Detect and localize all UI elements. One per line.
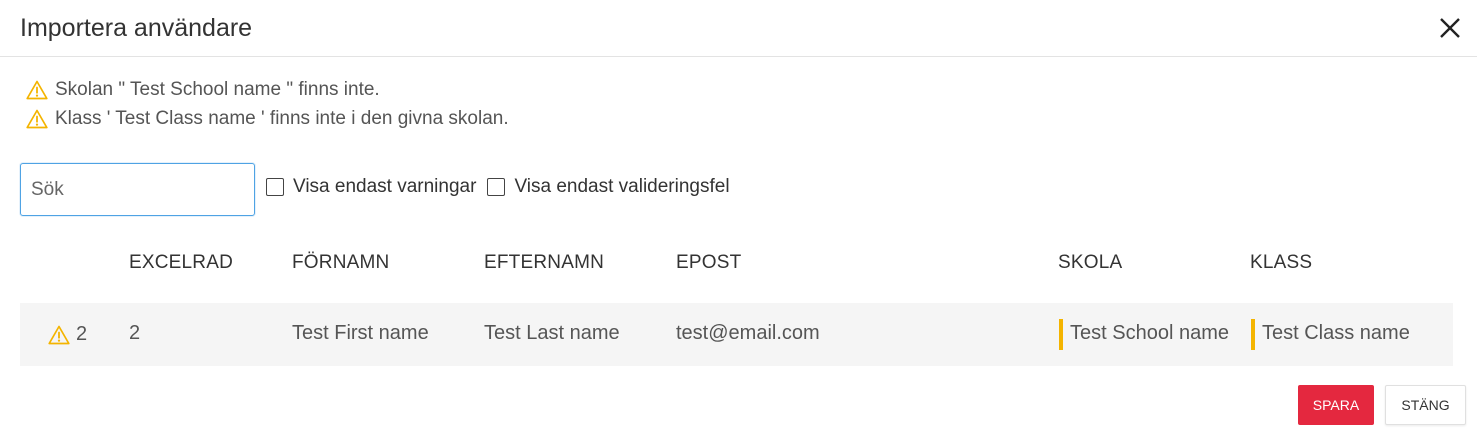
row-status[interactable]: 2: [48, 323, 87, 346]
checkbox-box[interactable]: [266, 178, 284, 196]
dialog-header: Importera användare: [0, 0, 1477, 57]
warning-icon: [48, 325, 70, 344]
close-icon[interactable]: [1436, 14, 1464, 42]
save-button[interactable]: SPARA: [1298, 385, 1374, 425]
class-warning-marker: [1251, 319, 1255, 350]
checkbox-label: Visa endast varningar: [293, 176, 477, 197]
school-warning-marker: [1059, 319, 1063, 350]
validation-errors-only-checkbox[interactable]: Visa endast valideringsfel: [487, 176, 730, 198]
warning-text: Klass ' Test Class name ' finns inte i d…: [55, 107, 509, 129]
checkbox-label: Visa endast valideringsfel: [514, 176, 730, 197]
checkbox-box[interactable]: [487, 178, 506, 196]
filter-group: Visa endast varningar Visa endast valide…: [266, 176, 741, 198]
warning-icon: [26, 80, 48, 99]
warning-text: Skolan " Test School name " finns inte.: [55, 78, 380, 100]
warning-message: Skolan " Test School name " finns inte.: [26, 75, 509, 104]
cell-skola: Test School name: [1070, 322, 1229, 344]
column-header-efternamn[interactable]: EFTERNAMN: [484, 252, 604, 274]
column-header-fornamn[interactable]: FÖRNAMN: [292, 252, 389, 274]
column-header-skola[interactable]: SKOLA: [1058, 252, 1122, 274]
column-header-excelrad[interactable]: EXCELRAD: [129, 252, 233, 274]
cell-fornamn: Test First name: [292, 322, 429, 344]
column-header-epost[interactable]: EPOST: [676, 252, 741, 274]
cell-epost: test@email.com: [676, 322, 820, 344]
search-input[interactable]: [20, 163, 255, 216]
warnings-only-checkbox[interactable]: Visa endast varningar: [266, 176, 476, 198]
warning-list: Skolan " Test School name " finns inte. …: [26, 75, 509, 133]
warning-count: 2: [76, 323, 88, 345]
table-row[interactable]: 2 2 Test First name Test Last name test@…: [20, 303, 1453, 366]
warning-icon: [26, 109, 48, 128]
warning-message: Klass ' Test Class name ' finns inte i d…: [26, 104, 509, 133]
cell-excelrad: 2: [129, 322, 141, 344]
cell-klass: Test Class name: [1262, 322, 1410, 344]
dialog-title: Importera användare: [20, 14, 253, 42]
column-header-klass[interactable]: KLASS: [1250, 252, 1312, 274]
cell-efternamn: Test Last name: [484, 322, 620, 344]
close-button[interactable]: STÄNG: [1385, 385, 1466, 425]
